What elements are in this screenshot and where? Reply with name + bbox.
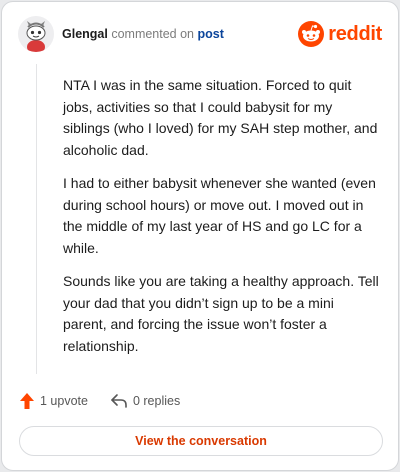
snoo-avatar-icon[interactable] [18, 16, 54, 52]
reply-arrow-icon [111, 394, 127, 408]
view-conversation-button[interactable]: View the conversation [19, 426, 383, 456]
comment-actions: 1 upvote 0 replies [19, 391, 180, 411]
post-link[interactable]: post [198, 27, 224, 41]
reddit-logo[interactable]: reddit [298, 20, 382, 48]
username-link[interactable]: Glengal [62, 27, 108, 41]
upvote-count: 1 upvote [40, 394, 88, 408]
upvote-button[interactable]: 1 upvote [19, 392, 88, 410]
action-text: commented on [111, 27, 195, 41]
upvote-arrow-icon [20, 393, 34, 409]
reddit-snoo-icon [298, 21, 325, 47]
thread-line [36, 64, 37, 374]
comment-byline: Glengal commented on post [62, 27, 224, 41]
comment-body: NTA I was in the same situation. Forced … [63, 75, 381, 369]
comment-paragraph: I had to either babysit whenever she wan… [63, 175, 376, 256]
comment-header: Glengal commented on post reddit [18, 16, 382, 56]
reply-count: 0 replies [132, 394, 181, 408]
embedded-comment-card: Glengal commented on post reddit NTA I w… [1, 1, 399, 471]
reply-button[interactable]: 0 replies [110, 393, 180, 409]
reddit-wordmark: reddit [328, 22, 382, 45]
comment-paragraph: NTA I was in the same situation. Forced … [63, 77, 378, 158]
comment-paragraph: Sounds like you are taking a healthy app… [63, 273, 379, 354]
